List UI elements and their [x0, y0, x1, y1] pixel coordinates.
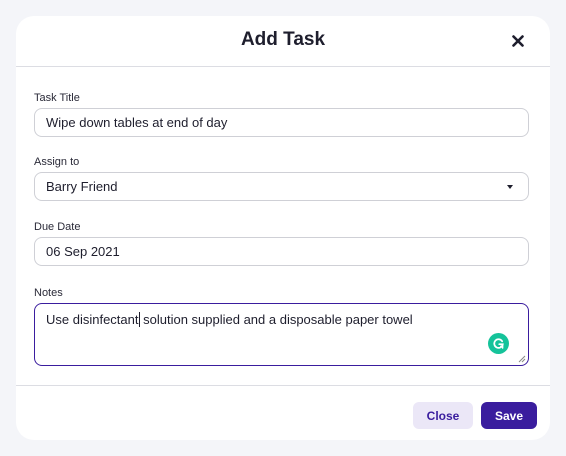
due-date-input[interactable]: 06 Sep 2021	[34, 237, 529, 266]
grammarly-icon[interactable]	[488, 333, 509, 354]
dialog-footer: Close Save	[16, 385, 550, 440]
due-date-value: 06 Sep 2021	[46, 244, 120, 259]
task-title-input[interactable]: Wipe down tables at end of day	[34, 108, 529, 137]
notes-text-before-cursor: Use disinfectant	[46, 312, 139, 327]
dialog-header: Add Task	[16, 16, 550, 67]
close-dialog-button[interactable]	[506, 29, 530, 53]
close-icon	[512, 35, 524, 47]
add-task-dialog: Add Task Task Title Wipe down tables at …	[16, 16, 550, 440]
save-button[interactable]: Save	[481, 402, 537, 429]
due-date-label: Due Date	[34, 221, 81, 233]
task-title-value: Wipe down tables at end of day	[46, 115, 228, 130]
dialog-title: Add Task	[240, 29, 326, 50]
assign-to-select[interactable]: Barry Friend	[34, 172, 529, 201]
resize-handle-icon[interactable]	[518, 355, 526, 363]
notes-label: Notes	[34, 287, 63, 299]
assign-to-value: Barry Friend	[46, 179, 118, 194]
close-button[interactable]: Close	[413, 402, 473, 429]
assign-to-field: Assign to Barry Friend	[34, 156, 529, 201]
notes-textarea[interactable]: Use disinfectant solution supplied and a…	[34, 303, 529, 366]
due-date-field: Due Date 06 Sep 2021	[34, 221, 529, 266]
task-title-label: Task Title	[34, 92, 80, 104]
task-title-field: Task Title Wipe down tables at end of da…	[34, 92, 529, 137]
notes-field: Notes Use disinfectant solution supplied…	[34, 287, 529, 366]
assign-to-label: Assign to	[34, 156, 80, 168]
chevron-down-icon	[507, 185, 513, 189]
notes-text-after-cursor: solution supplied and a disposable paper…	[139, 312, 413, 327]
